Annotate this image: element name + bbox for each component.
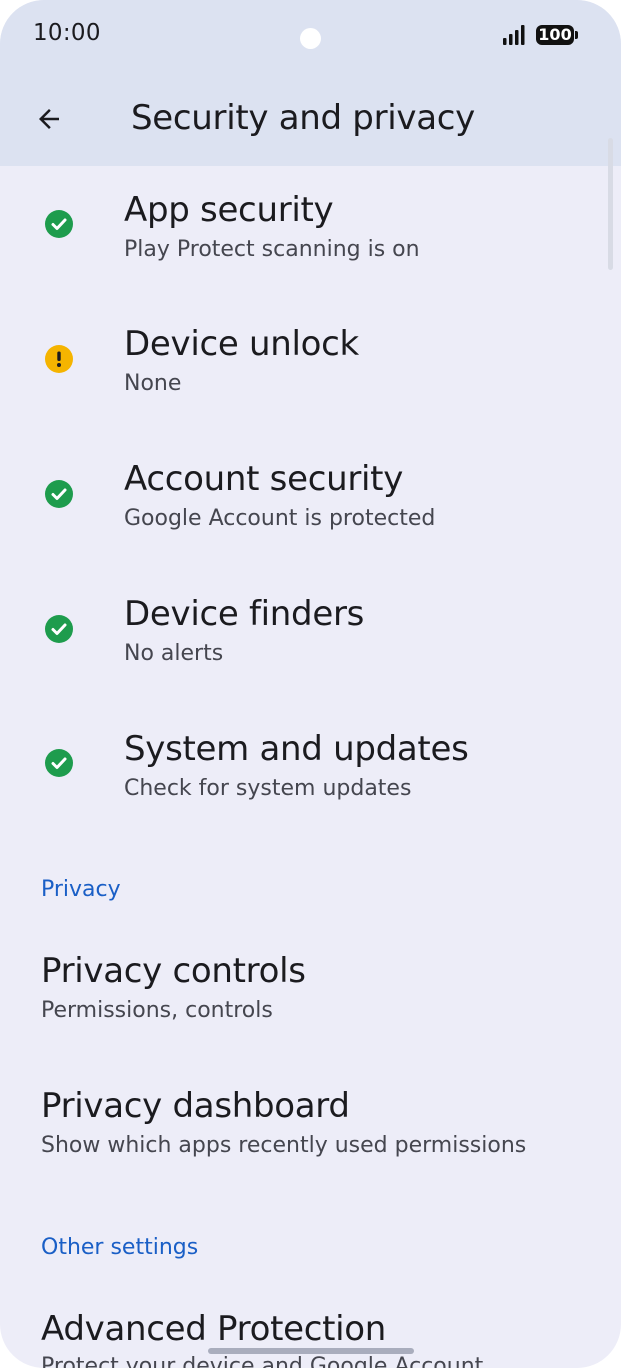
item-title: System and updates [124,729,469,769]
battery-icon: 100 [536,25,578,45]
item-subtitle: No alerts [124,641,224,666]
check-circle-icon [45,749,73,777]
privacy-item-controls[interactable]: Privacy controls Permissions, controls [0,945,600,1065]
section-header-privacy: Privacy [41,877,121,902]
item-title: Advanced Protection [41,1309,387,1349]
check-circle-icon [45,480,73,508]
item-subtitle: Show which apps recently used permission… [41,1133,527,1158]
camera-cutout [300,28,321,49]
item-subtitle: Play Protect scanning is on [124,237,420,262]
item-title: Device unlock [124,324,359,364]
check-circle-icon [45,615,73,643]
item-title: Device finders [124,594,365,634]
security-item-account-security[interactable]: Account security Google Account is prote… [0,451,600,585]
security-item-device-unlock[interactable]: Device unlock None [0,316,600,450]
check-circle-icon [45,210,73,238]
item-subtitle: Check for system updates [124,776,412,801]
status-time: 10:00 [33,20,101,46]
app-bar: Security and privacy [0,72,621,166]
page-title: Security and privacy [131,98,475,138]
item-subtitle: None [124,371,182,396]
security-item-device-finders[interactable]: Device finders No alerts [0,586,600,720]
signal-icon [503,25,525,45]
status-bar: 10:00 100 [0,0,621,72]
item-subtitle: Permissions, controls [41,998,273,1023]
security-item-app-security[interactable]: App security Play Protect scanning is on [0,182,600,316]
phone-screen: 10:00 100 Security and privacy App secur… [0,0,621,1368]
item-subtitle: Google Account is protected [124,506,436,531]
gesture-handle[interactable] [208,1348,414,1354]
exclamation-circle-icon [45,345,73,373]
item-title: Privacy dashboard [41,1086,350,1126]
other-item-advanced-protection[interactable]: Advanced Protection Protect your device … [0,1303,600,1368]
item-title: Privacy controls [41,951,306,991]
back-button[interactable] [22,92,76,146]
item-subtitle: Protect your device and Google Account [41,1354,484,1368]
section-header-other-settings: Other settings [41,1235,199,1260]
item-title: Account security [124,459,404,499]
security-item-system-updates[interactable]: System and updates Check for system upda… [0,721,600,855]
arrow-left-icon [39,109,59,129]
privacy-item-dashboard[interactable]: Privacy dashboard Show which apps recent… [0,1080,600,1200]
item-title: App security [124,190,334,230]
battery-level: 100 [538,25,572,44]
scrollbar[interactable] [608,138,613,270]
